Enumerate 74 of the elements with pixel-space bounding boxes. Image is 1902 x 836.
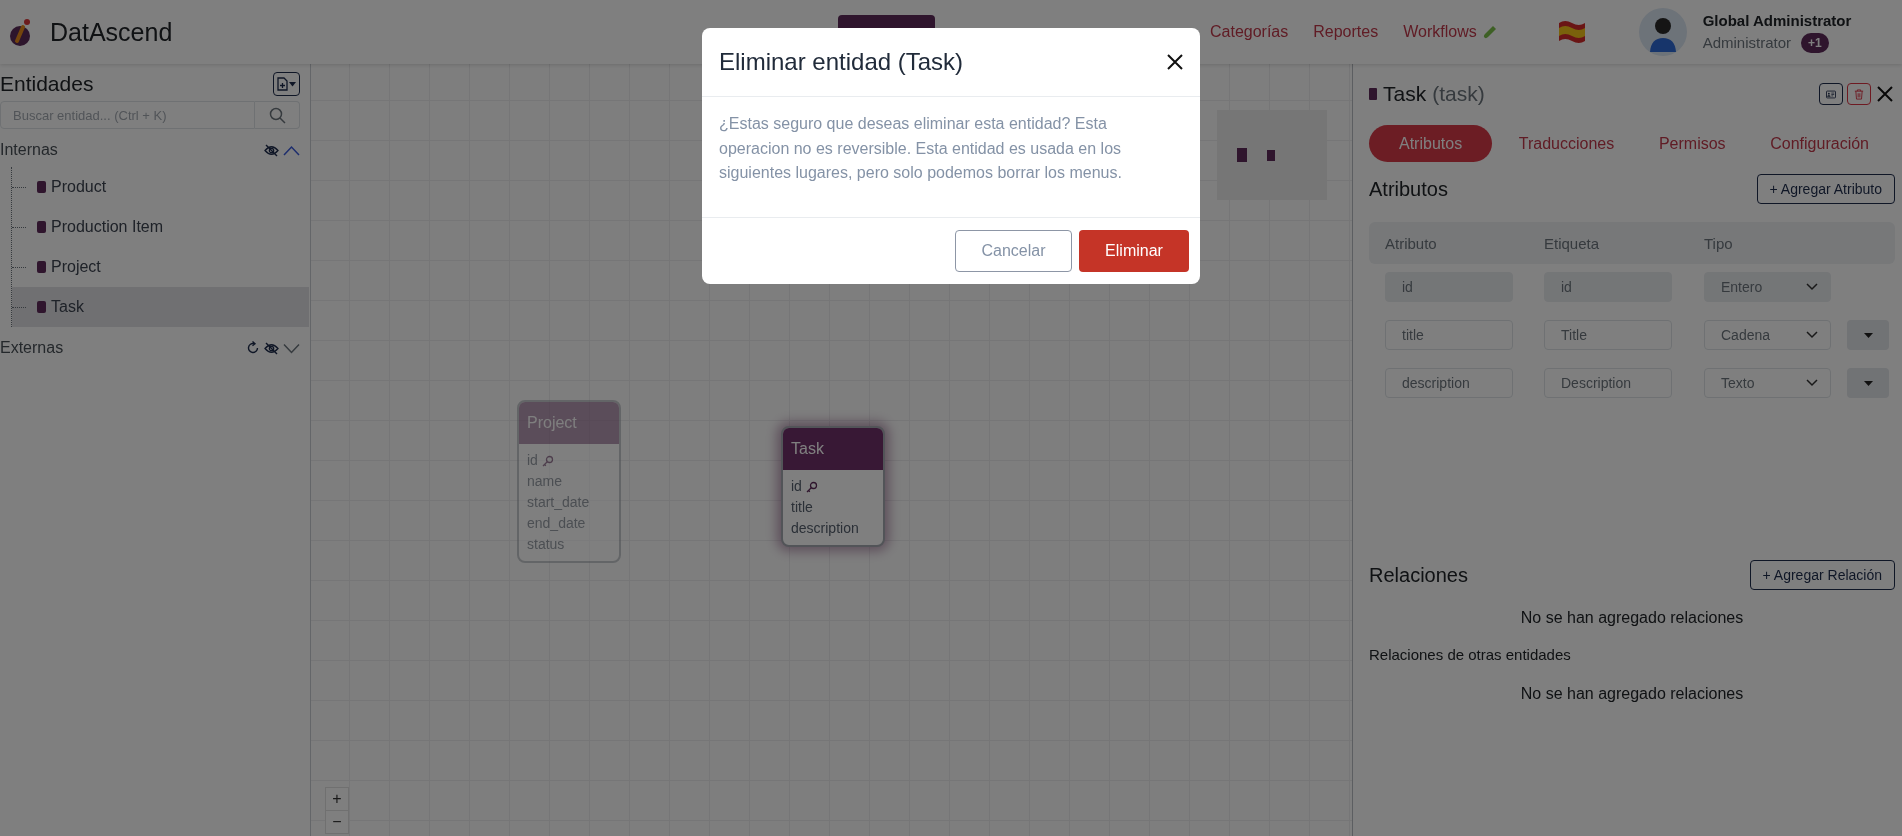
entity-item[interactable]: Product: [12, 167, 309, 207]
chevron-down-icon[interactable]: [283, 342, 300, 354]
caret-icon: [289, 81, 296, 87]
trash-icon: [1854, 87, 1864, 101]
delete-button[interactable]: Eliminar: [1079, 230, 1189, 272]
chevron-down-icon: [1806, 331, 1818, 339]
add-entity-button[interactable]: [273, 72, 300, 96]
delete-button[interactable]: [1847, 83, 1871, 105]
refresh-icon[interactable]: [246, 341, 260, 355]
empty-message: No se han agregado relaciones: [1519, 684, 1745, 704]
tab[interactable]: Configuración: [1752, 125, 1887, 162]
subsection-heading: Relaciones de otras entidades: [1369, 645, 1572, 665]
tab[interactable]: Traducciones: [1500, 125, 1633, 162]
eye-slash-icon[interactable]: [264, 143, 279, 157]
app-name: DatAscend: [50, 17, 173, 47]
type-select[interactable]: Cadena: [1704, 320, 1831, 350]
group-label: Externas: [0, 339, 64, 357]
key-icon: [805, 480, 818, 493]
label-input[interactable]: Description: [1544, 368, 1672, 398]
user-role: Administrator: [1702, 34, 1792, 51]
add-attribute-button[interactable]: + Agregar Atributo: [1756, 174, 1895, 204]
search-button[interactable]: [255, 101, 300, 129]
type-select[interactable]: Texto: [1704, 368, 1831, 398]
field-name: title: [791, 498, 813, 517]
id-card-button[interactable]: [1819, 83, 1843, 105]
add-relation-button[interactable]: + Agregar Relación: [1749, 560, 1895, 590]
file-plus-icon: [277, 77, 288, 91]
chevron-down-icon: [1806, 379, 1818, 387]
section-heading: Relaciones: [1369, 563, 1468, 587]
column-header: Atributo: [1385, 234, 1438, 252]
entity-color-icon: [37, 221, 46, 233]
tab[interactable]: Atributos: [1369, 125, 1493, 162]
zoom-in-button[interactable]: +: [325, 787, 349, 811]
role-count-badge: +1: [1801, 32, 1829, 53]
caret-icon: [1863, 380, 1873, 386]
close-icon[interactable]: [1166, 53, 1184, 71]
nav-link[interactable]: Categorías: [1210, 23, 1289, 41]
chevron-down-icon: [1806, 283, 1818, 291]
dialog-message: ¿Estas seguro que deseas eliminar esta entidad? Esta operacion no es reversible. Esta entidad es usada en los siguientes lugares, pero solo podemos borrar los menus.: [719, 114, 1123, 183]
entity-item[interactable]: Project: [12, 247, 309, 287]
caret-icon: [1863, 332, 1873, 338]
column-header: Tipo: [1704, 234, 1734, 252]
column-header: Etiqueta: [1544, 234, 1601, 252]
group-label: Internas: [0, 141, 58, 159]
name-input[interactable]: title: [1385, 320, 1513, 350]
nav-link[interactable]: Workflows: [1403, 23, 1497, 41]
search-icon: [268, 106, 286, 124]
entity-node[interactable]: Task id title description: [781, 426, 885, 547]
cancel-button[interactable]: Cancelar: [955, 230, 1072, 272]
dialog-title: Eliminar entidad (Task): [719, 48, 964, 76]
entity-color-icon: [37, 301, 46, 313]
zoom-out-button[interactable]: −: [325, 810, 349, 834]
nav-link[interactable]: Reportes: [1313, 23, 1379, 41]
entity-item[interactable]: Task: [12, 287, 309, 327]
eye-slash-icon[interactable]: [264, 341, 279, 355]
flag-icon[interactable]: [1556, 19, 1587, 45]
chevron-up-icon[interactable]: [283, 144, 300, 156]
entity-key: (task): [1432, 82, 1485, 106]
entity-title: Task: [1383, 82, 1427, 106]
entity-color-icon: [37, 261, 46, 273]
entity-color-icon: [1369, 88, 1377, 100]
id-card-icon: [1826, 88, 1836, 100]
empty-message: No se han agregado relaciones: [1519, 608, 1745, 628]
entity-item[interactable]: Production Item: [12, 207, 309, 247]
avatar-icon[interactable]: [1638, 8, 1687, 56]
user-name: Global Administrator: [1702, 11, 1852, 29]
section-heading: Atributos: [1369, 177, 1448, 201]
field-name: id: [791, 477, 802, 496]
field-name: description: [791, 519, 859, 538]
name-input[interactable]: description: [1385, 368, 1513, 398]
sidebar-title: Entidades: [0, 72, 94, 96]
entity-color-icon: [37, 181, 46, 193]
label-input[interactable]: Title: [1544, 320, 1672, 350]
tab[interactable]: Permisos: [1640, 125, 1744, 162]
